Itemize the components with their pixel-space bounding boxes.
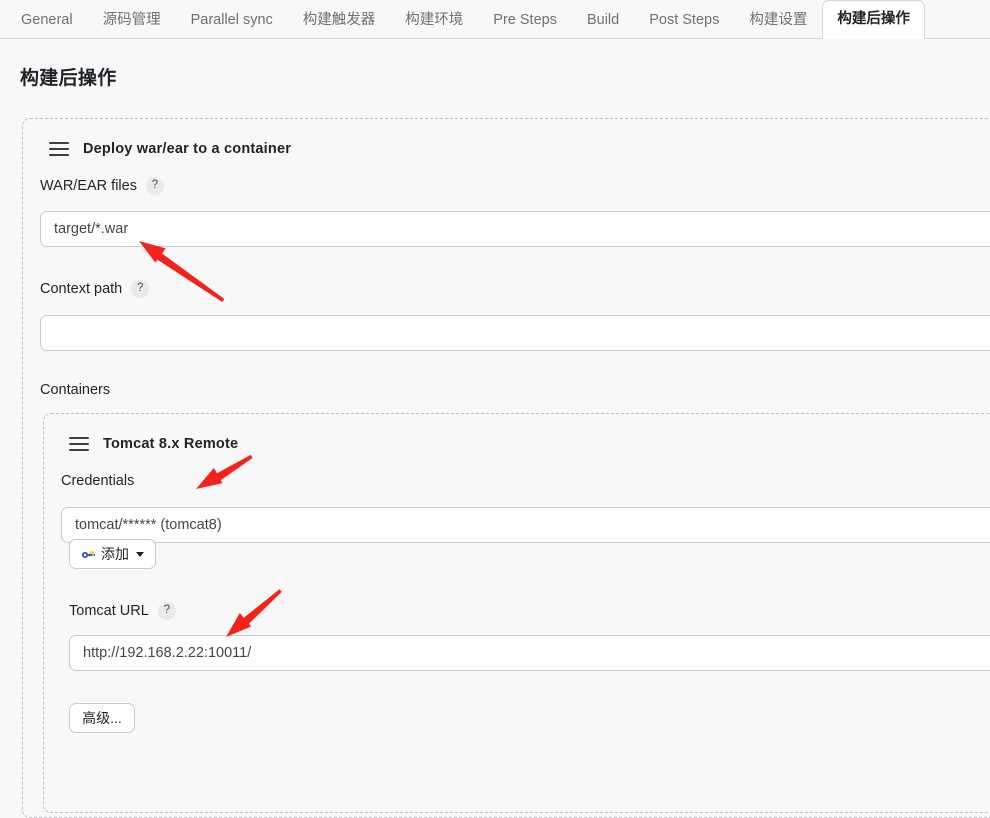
config-tab-bar: General 源码管理 Parallel sync 构建触发器 构建环境 Pr… [0, 0, 990, 39]
container-title: Tomcat 8.x Remote [103, 436, 239, 452]
context-path-input[interactable] [40, 315, 990, 351]
tomcat-url-label: Tomcat URL [69, 603, 149, 619]
tab-scm[interactable]: 源码管理 [88, 0, 176, 38]
context-path-help-icon[interactable]: ? [131, 280, 150, 298]
tab-build[interactable]: Build [572, 0, 634, 38]
key-icon [81, 548, 96, 560]
context-path-label: Context path [40, 281, 123, 297]
container-drag-handle-icon[interactable] [69, 437, 89, 451]
containers-label: Containers [40, 382, 111, 398]
tomcat-url-label-row: Tomcat URL ? [69, 602, 176, 620]
publisher-header: Deploy war/ear to a container [49, 141, 291, 157]
credentials-label: Credentials [61, 473, 135, 489]
war-ear-label-row: WAR/EAR files ? [40, 177, 164, 195]
tab-build-environment[interactable]: 构建环境 [390, 0, 478, 38]
credentials-select[interactable] [61, 507, 990, 543]
advanced-label: 高级... [82, 710, 122, 726]
tab-pre-steps[interactable]: Pre Steps [478, 0, 572, 38]
add-credentials-label: 添加 [101, 546, 129, 562]
tab-build-settings[interactable]: 构建设置 [734, 0, 822, 38]
advanced-button[interactable]: 高级... [69, 703, 135, 733]
war-ear-label: WAR/EAR files [40, 178, 137, 194]
container-block-tomcat: Tomcat 8.x Remote Credentials [43, 413, 990, 813]
tab-post-build-actions[interactable]: 构建后操作 [822, 0, 925, 39]
tomcat-url-help-icon[interactable]: ? [157, 602, 176, 620]
container-header: Tomcat 8.x Remote [69, 436, 238, 452]
drag-handle-icon[interactable] [49, 142, 69, 156]
context-path-label-row: Context path ? [40, 280, 150, 298]
tab-post-steps[interactable]: Post Steps [634, 0, 734, 38]
page-title: 构建后操作 [20, 68, 117, 89]
chevron-down-icon [136, 551, 144, 557]
war-ear-help-icon[interactable]: ? [145, 177, 164, 195]
tomcat-url-input[interactable] [69, 635, 990, 671]
publisher-title: Deploy war/ear to a container [83, 141, 292, 157]
war-ear-files-input[interactable] [40, 211, 990, 247]
tab-general[interactable]: General [6, 0, 88, 38]
add-credentials-button[interactable]: 添加 [69, 539, 156, 569]
tab-build-triggers[interactable]: 构建触发器 [288, 0, 391, 38]
tab-parallel-sync[interactable]: Parallel sync [176, 0, 288, 38]
post-build-action-block: Deploy war/ear to a container WAR/EAR fi… [22, 118, 990, 818]
credentials-label-row: Credentials [61, 473, 134, 489]
